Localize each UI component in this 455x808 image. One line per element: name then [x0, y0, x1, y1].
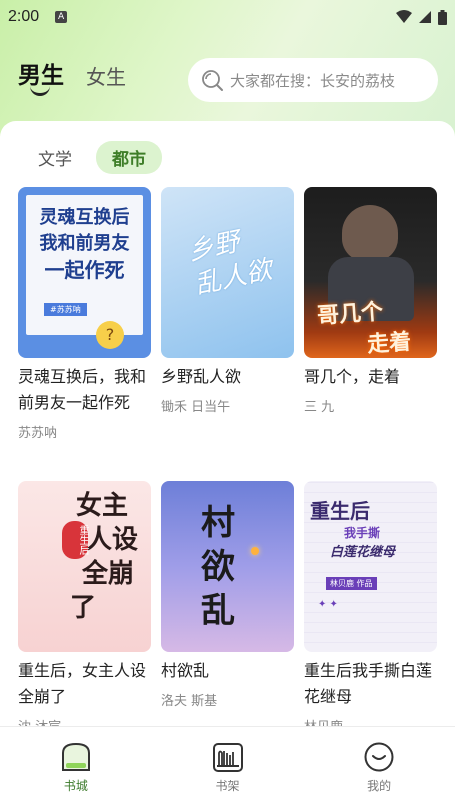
book-author: 沈 沐宸: [18, 716, 151, 726]
book-cover: 乡野 乱人欲: [161, 187, 294, 358]
cover-tag: 重生后: [62, 521, 88, 559]
book-cover: 哥几个 走着: [304, 187, 437, 358]
cover-title-line: 了: [70, 593, 97, 623]
book-cover: 重生后 我手撕 白莲花继母 林贝鹿 作品 ✦ ✦: [304, 481, 437, 652]
sparkle-icon: [251, 547, 259, 555]
cover-title-line: 欲: [201, 547, 235, 587]
cover-title-line: 我手撕: [344, 526, 381, 540]
book-author: 锄禾 日当午: [161, 400, 231, 415]
cover-tag: 林贝鹿 作品: [326, 577, 377, 590]
content-panel: 文学 都市 灵魂互换后 我和前男友 一起作死 #苏苏呐 ? 灵魂互换后，我和前男…: [0, 121, 455, 726]
wifi-icon: [396, 10, 412, 23]
cover-title-line: 村: [201, 503, 235, 543]
book-card[interactable]: 女主 人设 全崩 了 重生后 重生后，女主人设全崩了 沈 沐宸: [18, 481, 151, 726]
nav-label: 书城: [63, 779, 88, 793]
tab-male[interactable]: 男生: [18, 56, 64, 90]
search-bar[interactable]: 大家都在搜：长安的荔枝: [188, 58, 438, 102]
nav-profile[interactable]: 我的: [303, 727, 455, 808]
cover-tag: #苏苏呐: [44, 303, 87, 316]
cover-title-line: 一起作死: [44, 258, 125, 282]
book-card[interactable]: 灵魂互换后 我和前男友 一起作死 #苏苏呐 ? 灵魂互换后，我和前男友一起作死 …: [18, 187, 151, 469]
profile-icon: [364, 742, 394, 772]
bookshelf-icon: [212, 743, 243, 772]
book-grid: 灵魂互换后 我和前男友 一起作死 #苏苏呐 ? 灵魂互换后，我和前男友一起作死 …: [18, 187, 438, 726]
book-card[interactable]: 重生后 我手撕 白莲花继母 林贝鹿 作品 ✦ ✦ 重生后我手撕白莲花继母 林贝鹿: [304, 481, 437, 726]
status-bar: 2:00 A: [0, 0, 455, 34]
book-title: 村欲乱: [161, 661, 210, 680]
nav-bookshelf[interactable]: 书架: [152, 727, 304, 808]
status-time: 2:00: [8, 8, 40, 25]
book-author: 林贝鹿: [304, 716, 437, 726]
book-title: 乡野乱人欲: [161, 367, 242, 386]
book-author: 洛夫 斯基: [161, 694, 218, 709]
notification-icon: A: [55, 11, 68, 23]
battery-icon: [438, 9, 447, 25]
tab-urban[interactable]: 都市: [96, 141, 162, 174]
category-tabs: 文学 都市: [22, 141, 162, 174]
tab-literature[interactable]: 文学: [22, 141, 88, 174]
book-title: 重生后我手撕白莲花继母: [304, 661, 433, 706]
book-cover: 灵魂互换后 我和前男友 一起作死 #苏苏呐 ?: [18, 187, 151, 358]
book-card[interactable]: 村 欲 乱 村欲乱 洛夫 斯基: [161, 481, 294, 726]
search-icon: [202, 70, 223, 91]
nav-bookstore[interactable]: 书城: [0, 727, 152, 808]
cover-title-line: 人设: [86, 525, 139, 555]
cover-title-line: 走着: [366, 328, 413, 358]
bookstore-icon: [61, 742, 90, 771]
thinking-emoji-icon: ?: [96, 321, 124, 349]
cover-title-line: 白莲花继母: [330, 545, 396, 560]
cover-title-line: 哥几个: [316, 298, 384, 330]
book-cover: 村 欲 乱: [161, 481, 294, 652]
cover-title-line: 重生后: [310, 499, 370, 523]
nav-label: 我的: [367, 779, 392, 793]
book-cover: 女主 人设 全崩 了 重生后: [18, 481, 151, 652]
stars-decoration-icon: ✦ ✦: [318, 599, 338, 610]
book-title: 灵魂互换后，我和前男友一起作死: [18, 367, 147, 412]
cover-title-line: 女主: [76, 491, 129, 521]
book-card[interactable]: 乡野 乱人欲 乡野乱人欲 锄禾 日当午: [161, 187, 294, 469]
status-icons: [396, 9, 447, 25]
book-author: 苏苏呐: [18, 426, 58, 441]
book-author: 三 九: [304, 400, 335, 415]
character-figure: [342, 205, 398, 261]
book-card[interactable]: 哥几个 走着 哥几个，走着 三 九: [304, 187, 437, 469]
search-placeholder: 大家都在搜：长安的荔枝: [230, 71, 396, 90]
gender-tabs: 男生 女生: [18, 56, 126, 90]
book-title: 重生后，女主人设全崩了: [18, 661, 147, 706]
nav-label: 书架: [215, 779, 240, 793]
bottom-nav: 书城 书架 我的: [0, 726, 455, 808]
cover-title-line: 我和前男友: [39, 233, 130, 254]
book-title: 哥几个，走着: [304, 367, 401, 386]
cover-title-line: 乱: [201, 591, 235, 631]
cover-title-line: 全崩: [82, 559, 135, 589]
tab-female[interactable]: 女生: [86, 61, 126, 90]
signal-icon: [419, 11, 431, 23]
cover-title-line: 灵魂互换后: [39, 207, 130, 228]
